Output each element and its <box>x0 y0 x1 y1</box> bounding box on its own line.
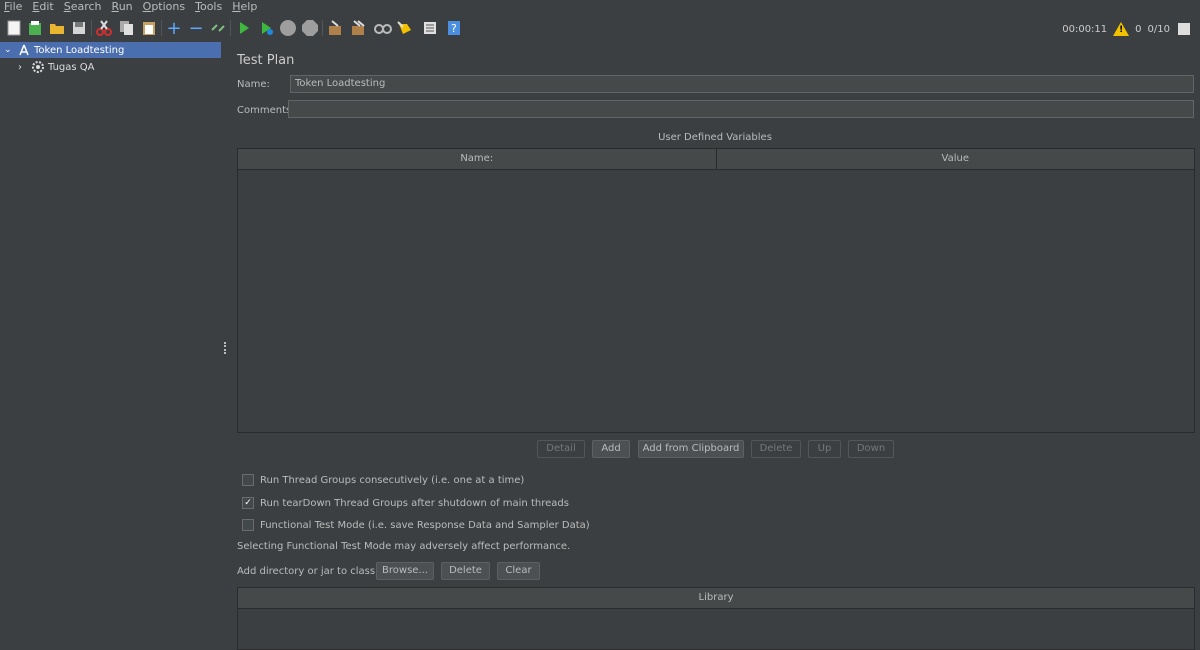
delete-classpath-button[interactable]: Delete <box>441 562 490 580</box>
start-icon[interactable] <box>235 19 253 37</box>
menu-bar: File Edit Search Run Options Tools Help <box>0 0 1200 13</box>
warning-icon[interactable]: ! <box>1113 22 1130 36</box>
toolbar: + − ? <box>0 14 1200 43</box>
add-from-clipboard-button[interactable]: Add from Clipboard <box>638 440 744 458</box>
menu-tools[interactable]: Tools <box>191 0 228 13</box>
down-button[interactable]: Down <box>848 440 894 458</box>
tree-node-label: Token Loadtesting <box>34 44 125 56</box>
active-threads: 0/10 <box>1147 23 1170 35</box>
udv-title: User Defined Variables <box>658 132 772 143</box>
menu-search[interactable]: Search <box>60 0 108 13</box>
chevron-down-icon[interactable]: ⌄ <box>4 45 16 55</box>
new-icon[interactable] <box>5 19 23 37</box>
option-functional[interactable]: Functional Test Mode (i.e. save Response… <box>242 518 590 532</box>
function-helper-icon[interactable] <box>421 19 439 37</box>
functional-note: Selecting Functional Test Mode may adver… <box>237 541 571 552</box>
name-field[interactable]: Token Loadtesting <box>290 75 1194 93</box>
test-plan-panel: Test Plan Name: Token Loadtesting Commen… <box>230 42 1200 650</box>
elapsed-time: 00:00:11 <box>1062 23 1108 35</box>
teardown-checkbox[interactable]: ✓ <box>242 497 254 509</box>
option-teardown[interactable]: ✓ Run tearDown Thread Groups after shutd… <box>242 496 569 510</box>
clear-icon[interactable] <box>326 19 344 37</box>
save-icon[interactable] <box>70 19 88 37</box>
templates-icon[interactable] <box>26 19 44 37</box>
log-toggle-icon[interactable] <box>1176 21 1192 37</box>
delete-row-button[interactable]: Delete <box>751 440 801 458</box>
comments-label: Comments: <box>237 105 295 116</box>
name-label: Name: <box>237 79 270 90</box>
collapse-icon[interactable]: − <box>187 18 205 39</box>
menu-run[interactable]: Run <box>108 0 139 13</box>
cut-icon[interactable] <box>95 19 113 37</box>
splitter-grip-icon[interactable] <box>224 342 228 354</box>
menu-help[interactable]: Help <box>228 0 263 13</box>
comments-field[interactable] <box>288 100 1194 118</box>
stop-icon[interactable] <box>279 19 297 37</box>
add-button[interactable]: Add <box>592 440 630 458</box>
copy-icon[interactable] <box>118 19 136 37</box>
svg-text:?: ? <box>451 22 457 35</box>
help-icon[interactable]: ? <box>445 19 463 37</box>
udv-table[interactable]: Name: Value <box>237 148 1195 433</box>
library-table[interactable]: Library <box>237 587 1195 650</box>
toggle-icon[interactable] <box>209 19 227 37</box>
consecutive-checkbox[interactable] <box>242 474 254 486</box>
udv-table-header: Name: Value <box>238 149 1194 170</box>
shutdown-icon[interactable] <box>301 19 319 37</box>
browse-button[interactable]: Browse... <box>376 562 434 580</box>
tree-node-test-plan[interactable]: ⌄ Token Loadtesting <box>0 42 221 58</box>
menu-file[interactable]: File <box>0 0 28 13</box>
start-no-pause-icon[interactable] <box>257 19 275 37</box>
reset-search-icon[interactable] <box>396 19 414 37</box>
library-header[interactable]: Library <box>238 588 1194 609</box>
up-button[interactable]: Up <box>808 440 841 458</box>
chevron-right-icon[interactable]: › <box>18 62 30 73</box>
consecutive-label: Run Thread Groups consecutively (i.e. on… <box>260 474 525 486</box>
teardown-label: Run tearDown Thread Groups after shutdow… <box>260 497 569 509</box>
search-icon[interactable] <box>374 19 392 37</box>
functional-label: Functional Test Mode (i.e. save Response… <box>260 519 590 531</box>
clear-all-icon[interactable] <box>349 19 367 37</box>
option-consecutive[interactable]: Run Thread Groups consecutively (i.e. on… <box>242 473 524 487</box>
functional-checkbox[interactable] <box>242 519 254 531</box>
paste-icon[interactable] <box>140 19 158 37</box>
tree-node-label: Tugas QA <box>48 61 95 73</box>
clear-button[interactable]: Clear <box>497 562 540 580</box>
detail-button[interactable]: Detail <box>537 440 585 458</box>
test-plan-icon <box>16 44 32 56</box>
menu-edit[interactable]: Edit <box>28 0 59 13</box>
classpath-label: Add directory or jar to classpath <box>237 566 398 577</box>
menu-options[interactable]: Options <box>139 0 191 13</box>
expand-icon[interactable]: + <box>165 18 183 39</box>
column-name-header[interactable]: Name: <box>238 149 717 169</box>
warning-count: 0 <box>1135 23 1142 35</box>
status-area: 00:00:11 ! 0 0/10 <box>1062 20 1192 38</box>
open-icon[interactable] <box>48 19 66 37</box>
pane-splitter[interactable] <box>221 42 230 650</box>
column-value-header[interactable]: Value <box>717 149 1195 169</box>
gear-icon <box>30 60 46 74</box>
test-plan-tree: ⌄ Token Loadtesting › Tugas QA <box>0 42 222 650</box>
panel-title: Test Plan <box>237 53 295 68</box>
tree-node-thread-group[interactable]: › Tugas QA <box>0 59 95 75</box>
